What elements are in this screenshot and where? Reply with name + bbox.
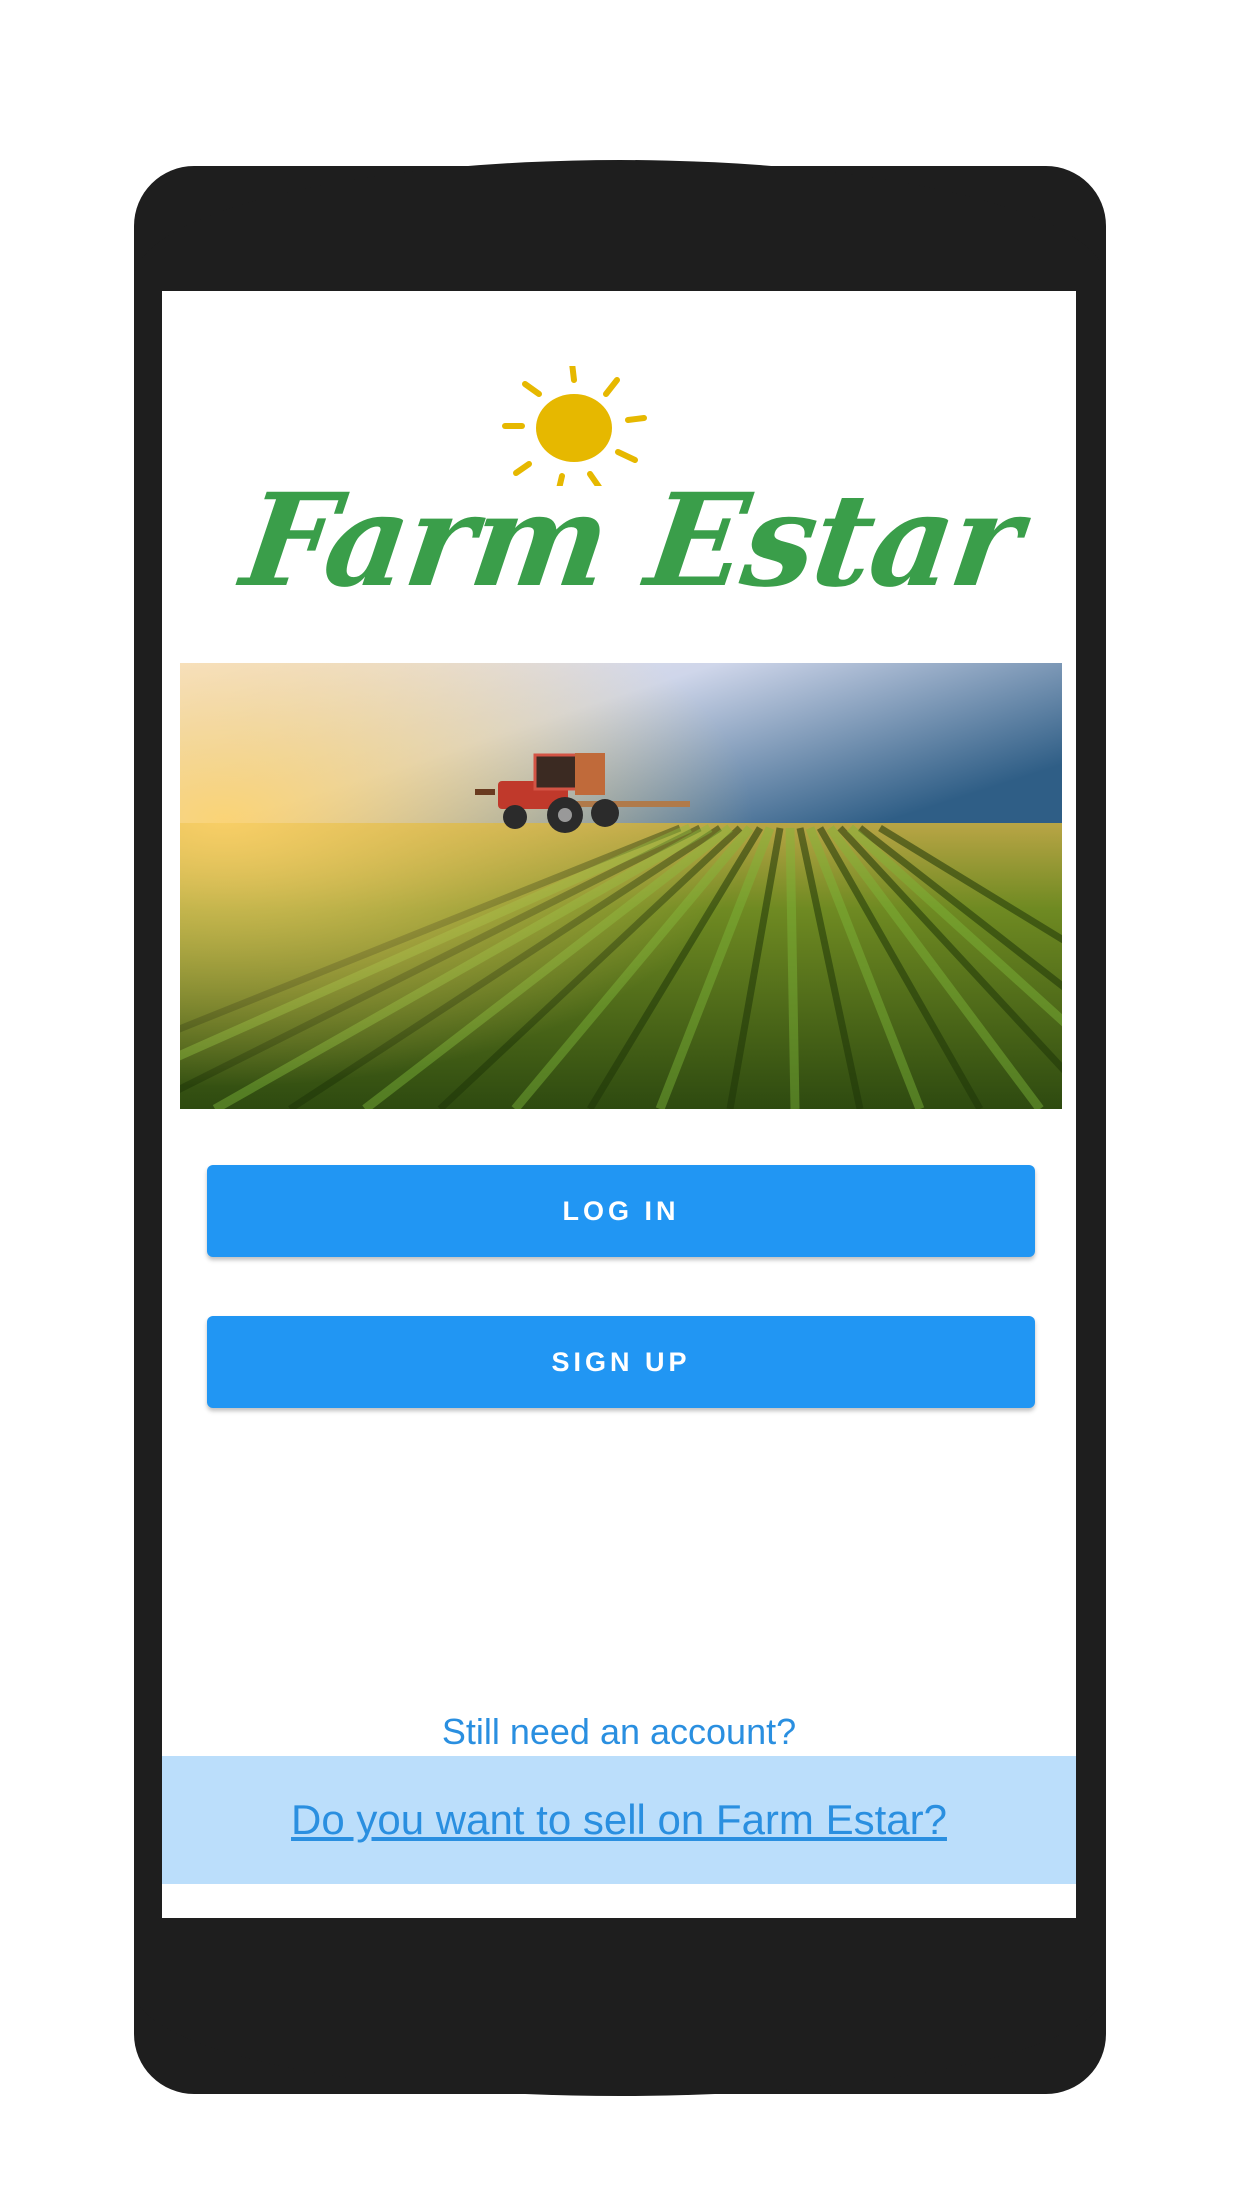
sell-banner: Do you want to sell on Farm Estar? (162, 1756, 1076, 1884)
brand-wordmark: Farm Estar (234, 466, 1029, 616)
login-button[interactable]: LOG IN (207, 1165, 1035, 1257)
tractor-field-image (180, 663, 1062, 1109)
sell-on-farm-estar-link[interactable]: Do you want to sell on Farm Estar? (291, 1796, 947, 1844)
account-prompt: Still need an account? (441, 1711, 797, 1752)
signup-button[interactable]: SIGN UP (207, 1316, 1035, 1408)
page: Farm Estar LOG IN SIGN UP Still need an … (0, 0, 1242, 2208)
brand-logo: Farm Estar (234, 366, 1029, 626)
app-screen: Farm Estar LOG IN SIGN UP Still need an … (162, 291, 1076, 1918)
